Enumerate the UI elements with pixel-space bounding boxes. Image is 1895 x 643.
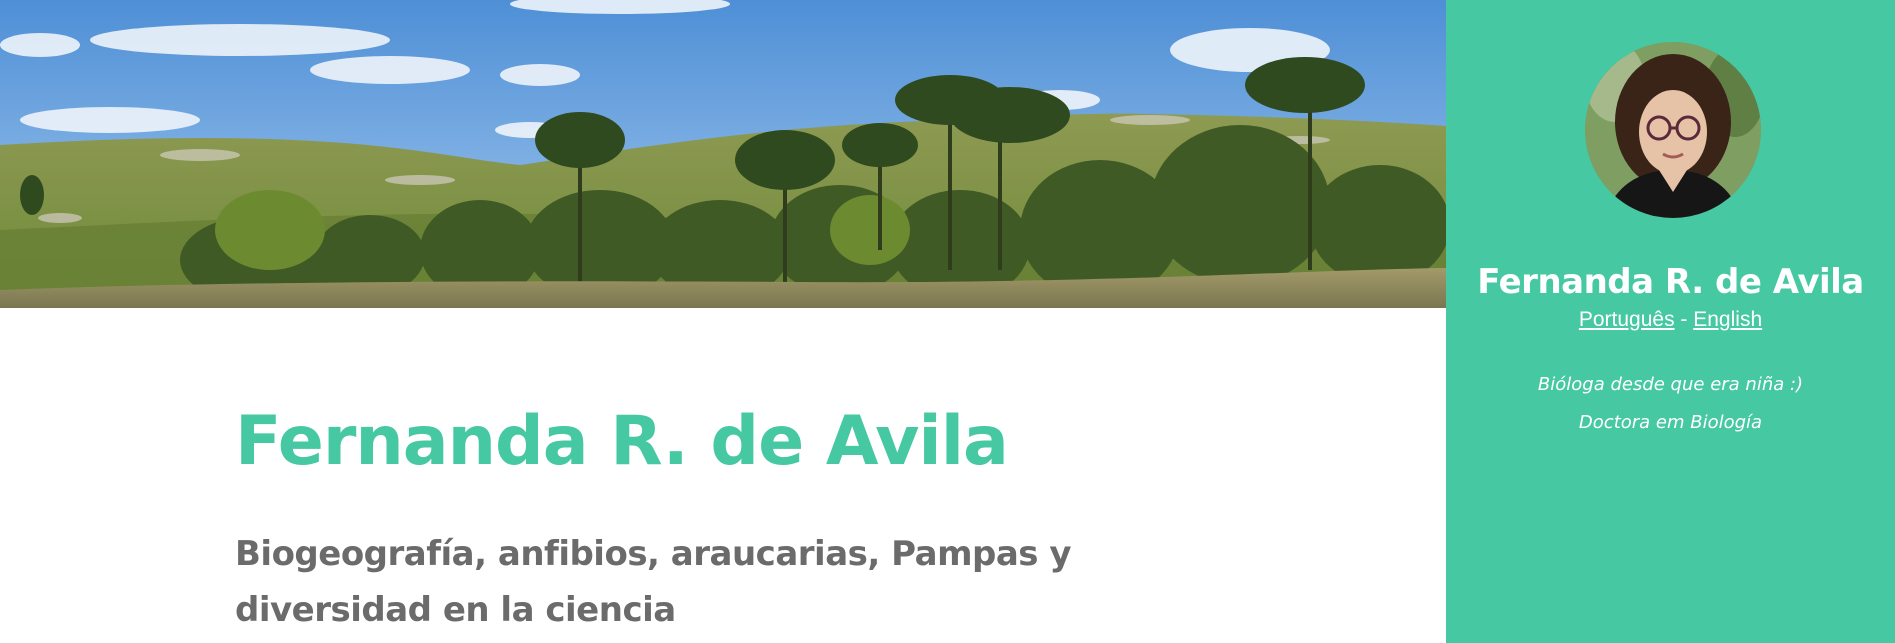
link-portuguese[interactable]: Português <box>1579 308 1675 331</box>
banner-image <box>0 0 1446 308</box>
main-content: Fernanda R. de Avila Biogeografía, anfib… <box>0 308 1446 643</box>
author-bio: Bióloga desde que era niña :) Doctora em… <box>1446 366 1895 442</box>
page-title: Fernanda R. de Avila <box>235 402 1009 481</box>
link-english[interactable]: English <box>1693 308 1762 331</box>
language-separator: - <box>1674 308 1694 331</box>
profile-photo <box>1585 42 1761 218</box>
bio-line-2: Doctora em Biología <box>1578 412 1763 433</box>
page: Fernanda R. de Avila Biogeografía, anfib… <box>0 0 1895 643</box>
sidebar: Fernanda R. de Avila Português - English… <box>1446 0 1895 643</box>
sidebar-author-name: Fernanda R. de Avila <box>1477 262 1864 302</box>
bio-line-1: Bióloga desde que era niña :) <box>1537 374 1804 395</box>
language-switcher: Português - English <box>1446 308 1895 332</box>
page-subtitle: Biogeografía, anfibios, araucarias, Pamp… <box>235 534 1072 630</box>
avatar <box>1585 42 1761 218</box>
landscape-illustration <box>0 0 1446 308</box>
